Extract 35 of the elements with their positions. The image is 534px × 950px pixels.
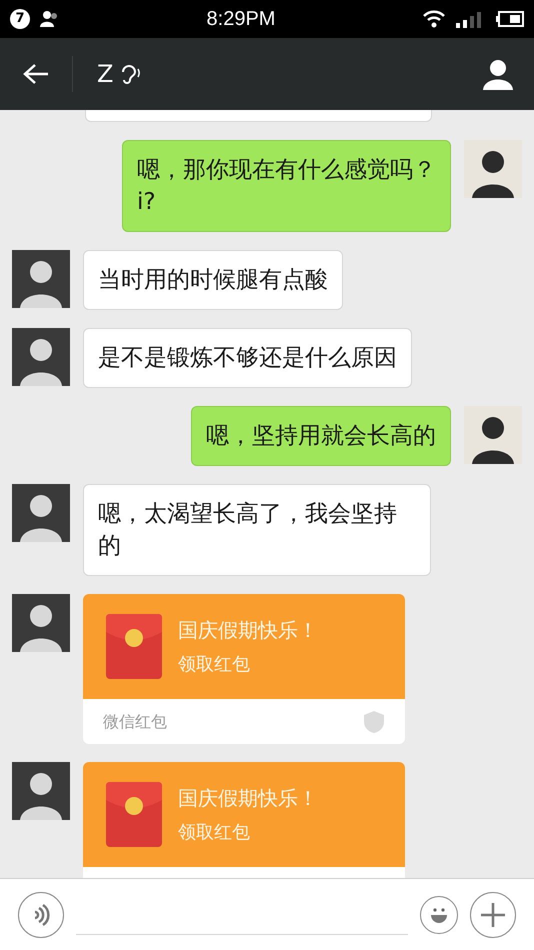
avatar[interactable] [12,594,70,652]
avatar[interactable] [12,484,70,542]
ear-icon [119,63,142,85]
gift-packet-card[interactable]: 国庆假期快乐！ 领取红包 微信红包 [83,594,405,744]
greeting-text: 国庆假期快乐！ [178,616,318,642]
gift-packet-card[interactable]: 国庆假期快乐！ 领取红包 [83,762,405,878]
battery-icon [496,11,524,27]
clock-text: 8:29PM [206,7,276,32]
message-bubble: 是不是锻炼不够还是什么原因 [83,328,412,388]
shield-icon [363,710,385,734]
message-bubble: 嗯，坚持用就会长高的 [191,406,451,466]
voice-button[interactable] [18,892,64,938]
envelope-icon [106,782,162,847]
contacts-icon [40,11,60,27]
avatar[interactable] [464,406,522,464]
greeting-text: 国庆假期快乐！ [178,784,318,810]
avatar[interactable] [12,328,70,386]
emoji-button[interactable] [420,896,458,934]
message-bubble: 嗯，太渴望长高了，我会坚持的 [83,484,431,576]
add-button[interactable] [470,892,516,938]
packet-source-label: 微信红包 [103,710,167,732]
claim-text: 领取红包 [178,652,251,676]
message-bubble: 当时用的时候腿有点酸 [83,250,343,310]
claim-text: 领取红包 [178,820,251,844]
message-bubble: 嗯，那你现在有什么感觉吗？ i? [122,140,451,232]
plus-icon [480,902,506,928]
notification-badge: 7 [10,9,30,29]
avatar[interactable] [12,250,70,308]
wifi-icon [422,10,446,28]
person-icon [482,58,514,90]
back-arrow-icon [23,63,49,85]
envelope-icon [106,614,162,679]
avatar[interactable] [464,140,522,198]
chat-title: Z [97,59,114,90]
avatar[interactable] [12,762,70,820]
